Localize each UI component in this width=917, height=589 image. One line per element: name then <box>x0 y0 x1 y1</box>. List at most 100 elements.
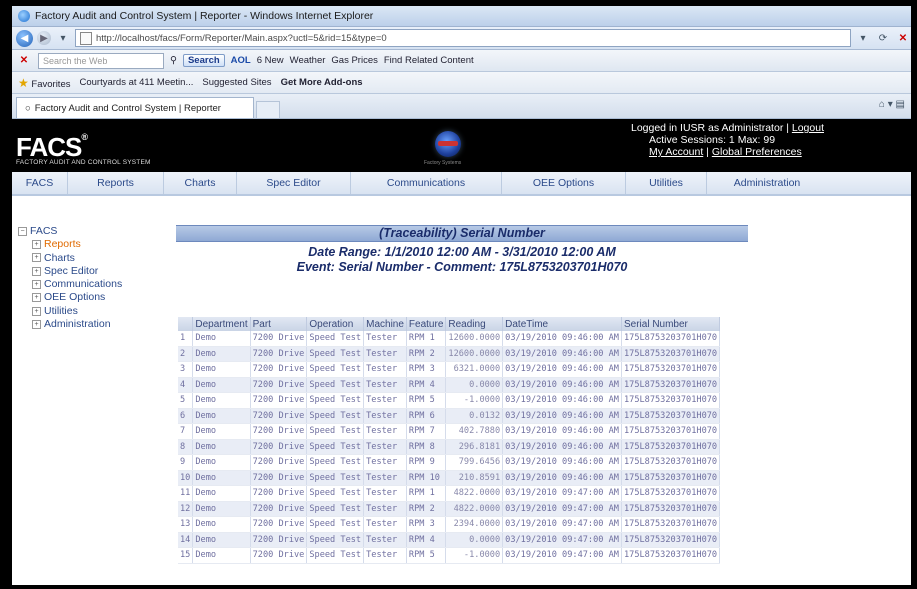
expand-icon[interactable]: + <box>32 306 41 316</box>
column-header-department[interactable]: Department <box>192 317 251 331</box>
search-icon[interactable]: ⚲ <box>170 55 177 66</box>
expand-icon[interactable]: + <box>32 253 41 263</box>
mail-button[interactable]: 6 New <box>257 55 284 66</box>
cell-operation: Speed Test <box>306 346 365 362</box>
collapse-icon[interactable]: − <box>18 226 27 236</box>
cell-department: Demo <box>192 470 251 486</box>
cell-operation: Speed Test <box>306 516 365 533</box>
weather-button[interactable]: Weather <box>290 55 326 66</box>
search-button[interactable]: Search <box>182 54 225 67</box>
column-header-machine[interactable]: Machine <box>363 317 407 331</box>
related-content-button[interactable]: Find Related Content <box>384 55 474 66</box>
cell-datetime: 03/19/2010 09:46:00 AM <box>502 346 622 362</box>
tree-item-spec-editor[interactable]: + Spec Editor <box>18 265 122 278</box>
column-header-datetime[interactable]: DateTime <box>502 317 622 331</box>
tree-item-utilities[interactable]: + Utilities <box>18 305 122 318</box>
cell-machine: Tester <box>363 331 407 347</box>
tree-item-reports[interactable]: + Reports <box>18 238 122 251</box>
column-header-reading[interactable]: Reading <box>445 317 504 331</box>
cell-feature: RPM 5 <box>406 547 447 564</box>
ie-logo-icon <box>18 10 30 22</box>
cell-operation: Speed Test <box>306 470 365 486</box>
column-header-serial-number[interactable]: Serial Number <box>621 317 721 331</box>
menu-administration[interactable]: Administration <box>707 172 827 194</box>
cell-reading: 12600.0000 <box>445 346 504 362</box>
cell-machine: Tester <box>363 547 407 564</box>
results-table: Department Part Operation Machine Feature Rea… <box>178 317 721 564</box>
table-row: 11 Demo 7200 Drive Speed Test Tester RPM 1 482… <box>178 485 721 502</box>
tree-root[interactable]: − FACS <box>18 225 122 238</box>
cell-row-number: 3 <box>178 361 194 378</box>
favorite-link-courtyards[interactable]: Courtyards at 411 Meetin... <box>79 77 193 88</box>
tree-item-charts[interactable]: + Charts <box>18 252 122 265</box>
window-title: Factory Audit and Control System | Repor… <box>35 10 374 22</box>
cell-operation: Speed Test <box>306 392 365 409</box>
cell-reading: 0.0000 <box>445 377 504 393</box>
back-icon[interactable]: ◀ <box>16 29 33 47</box>
stop-icon[interactable]: ✕ <box>895 30 911 46</box>
cell-datetime: 03/19/2010 09:46:00 AM <box>502 408 622 424</box>
cell-department: Demo <box>192 346 251 362</box>
column-header-feature[interactable]: Feature <box>406 317 447 331</box>
page-icon: ○ <box>25 102 31 114</box>
tab-facs-reporter[interactable]: ○ Factory Audit and Control System | Rep… <box>16 97 254 118</box>
address-dropdown-icon[interactable]: ▾ <box>855 30 871 46</box>
cell-row-number: 12 <box>178 501 194 517</box>
history-dropdown-icon[interactable]: ▾ <box>55 30 71 46</box>
forward-icon[interactable]: ▶ <box>37 31 51 45</box>
cell-machine: Tester <box>363 377 407 393</box>
tree-item-oee-options[interactable]: + OEE Options <box>18 291 122 304</box>
my-account-link[interactable]: My Account <box>649 146 703 158</box>
get-addons-link[interactable]: Get More Add-ons <box>281 77 363 88</box>
column-header-operation[interactable]: Operation <box>306 317 365 331</box>
menu-oee-options[interactable]: OEE Options <box>502 172 626 194</box>
search-input[interactable]: Search the Web <box>38 52 164 69</box>
cell-feature: RPM 8 <box>406 439 447 455</box>
expand-icon[interactable]: + <box>32 319 41 329</box>
cell-row-number: 13 <box>178 516 194 533</box>
title-bar: Factory Audit and Control System | Repor… <box>12 6 911 27</box>
cell-reading: 0.0000 <box>445 532 504 548</box>
expand-icon[interactable]: + <box>32 293 41 303</box>
address-bar[interactable]: http://localhost/facs/Form/Reporter/Main… <box>75 29 851 47</box>
cell-datetime: 03/19/2010 09:47:00 AM <box>502 485 622 502</box>
cell-row-number: 6 <box>178 408 194 424</box>
favorites-button[interactable]: ★ Favorites <box>18 76 70 90</box>
menu-facs[interactable]: FACS <box>12 172 68 194</box>
tree-item-communications[interactable]: + Communications <box>18 278 122 291</box>
expand-icon[interactable]: + <box>32 279 41 289</box>
cell-department: Demo <box>192 392 251 409</box>
cell-serial-number: 175L8753203701H070 <box>621 377 721 393</box>
table-row: 7 Demo 7200 Drive Speed Test Tester RPM 7 402.… <box>178 423 721 440</box>
home-icon[interactable]: ⌂ ▾ ▤ <box>879 99 905 110</box>
table-row: 8 Demo 7200 Drive Speed Test Tester RPM 8 296.… <box>178 439 721 455</box>
gas-prices-button[interactable]: Gas Prices <box>331 55 377 66</box>
cell-reading: 296.8181 <box>445 439 504 455</box>
expand-icon[interactable]: + <box>32 266 41 276</box>
cell-row-number: 10 <box>178 470 194 486</box>
login-status: Logged in IUSR as Administrator | <box>630 122 792 134</box>
expand-icon[interactable]: + <box>32 240 41 250</box>
menu-spec-editor[interactable]: Spec Editor <box>237 172 351 194</box>
close-toolbar-icon[interactable]: ✕ <box>16 53 32 69</box>
cell-operation: Speed Test <box>306 423 365 440</box>
menu-utilities[interactable]: Utilities <box>626 172 707 194</box>
menu-reports[interactable]: Reports <box>68 172 164 194</box>
aol-button[interactable]: AOL <box>231 55 251 66</box>
table-row: 14 Demo 7200 Drive Speed Test Tester RPM 4 0.0… <box>178 532 721 548</box>
table-row: 3 Demo 7200 Drive Speed Test Tester RPM 3 6321… <box>178 361 721 378</box>
suggested-sites-link[interactable]: Suggested Sites <box>202 77 271 88</box>
cell-operation: Speed Test <box>306 532 365 548</box>
menu-communications[interactable]: Communications <box>351 172 502 194</box>
column-header-part[interactable]: Part <box>250 317 308 331</box>
cell-operation: Speed Test <box>306 377 365 393</box>
column-header-row-number[interactable] <box>178 317 194 331</box>
cell-machine: Tester <box>363 470 407 486</box>
refresh-icon[interactable]: ⟳ <box>875 30 891 46</box>
new-tab-button[interactable] <box>256 101 280 118</box>
tree-item-administration[interactable]: + Administration <box>18 318 122 331</box>
logout-link[interactable]: Logout <box>792 122 824 134</box>
cell-datetime: 03/19/2010 09:47:00 AM <box>502 547 622 564</box>
global-preferences-link[interactable]: Global Preferences <box>712 146 802 158</box>
menu-charts[interactable]: Charts <box>164 172 237 194</box>
